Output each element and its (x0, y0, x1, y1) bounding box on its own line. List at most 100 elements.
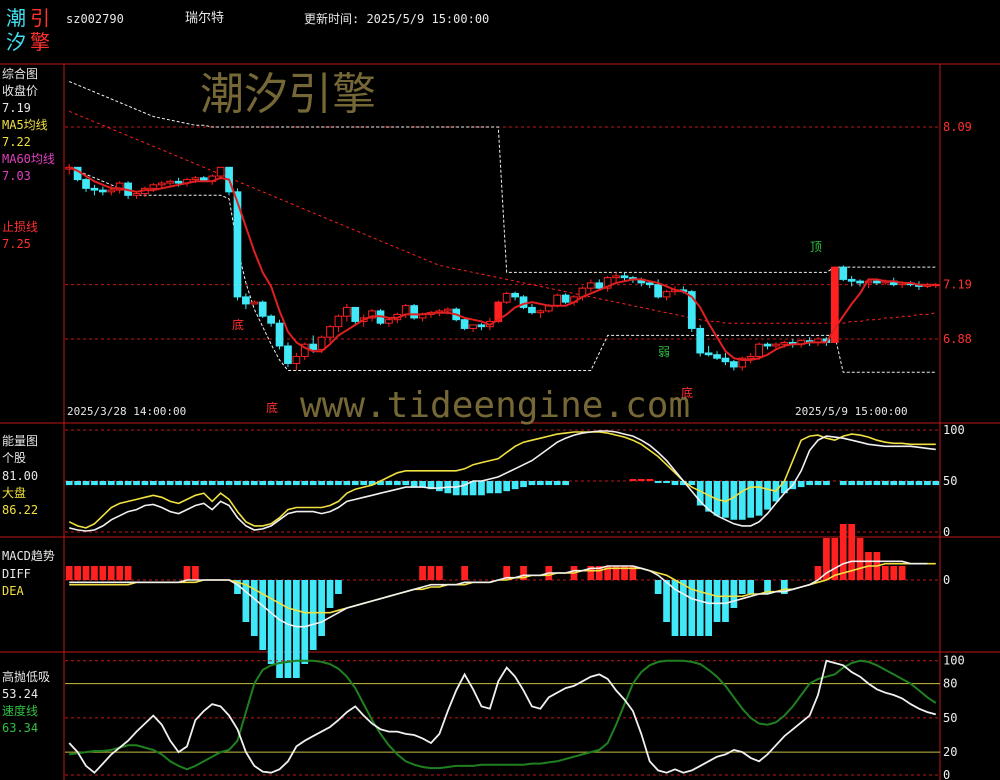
macd-bar (890, 566, 898, 580)
energy-bar (351, 481, 359, 486)
energy-bar (722, 481, 729, 518)
energy-bar (192, 481, 199, 486)
macd-bar (309, 580, 317, 650)
energy-bar (881, 481, 889, 486)
energy-bar (545, 481, 553, 486)
macd-bar (881, 566, 889, 580)
energy-bar (259, 481, 267, 486)
macd-bar (335, 580, 342, 594)
macd-bar (705, 580, 712, 636)
macd-bar (301, 580, 309, 664)
energy-bar (528, 481, 536, 486)
energy-bar (562, 481, 569, 486)
macd-bar (419, 566, 426, 580)
main-y-tick: 7.19 (943, 278, 972, 292)
energy-bar (276, 481, 283, 486)
energy-bar (924, 481, 931, 486)
candle (149, 184, 158, 189)
energy-bar (511, 481, 519, 490)
energy-bar (520, 481, 527, 488)
energy-bar (99, 481, 107, 486)
candle (553, 294, 562, 307)
end-date-label: 2025/5/9 15:00:00 (795, 405, 908, 418)
macd-bar (696, 580, 704, 636)
macd-bar (293, 580, 300, 678)
macd-bar (183, 566, 191, 580)
energy-bar (873, 481, 881, 486)
energy-bar (738, 481, 746, 520)
energy-bar (293, 481, 300, 486)
energy-bar (225, 481, 233, 486)
candle (267, 315, 275, 324)
candle (216, 166, 225, 177)
energy-bar (469, 481, 477, 496)
candle (107, 189, 116, 193)
ma60-line (69, 110, 936, 324)
energy-bar (486, 481, 494, 494)
energy-bar (116, 481, 124, 486)
macd-panel: 0 (65, 524, 950, 678)
energy-bar (823, 481, 830, 486)
energy-bar (646, 478, 654, 481)
energy-y-tick: 50 (943, 474, 957, 488)
energy-bar (797, 481, 805, 488)
energy-bar (183, 481, 191, 486)
macd-bar (461, 566, 469, 580)
candle (856, 280, 864, 284)
energy-bar (309, 481, 317, 486)
candle (780, 341, 789, 345)
candle (351, 306, 360, 322)
macd-bar (124, 566, 132, 580)
candle (755, 343, 763, 357)
candle (645, 282, 654, 286)
candle (620, 275, 629, 279)
candle (730, 361, 738, 368)
energy-bar (907, 481, 914, 486)
energy-bar (149, 481, 157, 486)
candle (696, 327, 705, 354)
energy-bar (393, 481, 401, 486)
energy-bar (671, 481, 679, 486)
energy-bar (335, 481, 342, 486)
macd-bar (284, 580, 292, 678)
candle (82, 179, 90, 189)
candle (502, 292, 511, 303)
dea-line (69, 562, 936, 614)
macd-bar (99, 566, 107, 580)
candle (166, 180, 175, 184)
macd-bar (663, 580, 670, 622)
candle (873, 280, 881, 284)
macd-bar (65, 566, 73, 580)
energy-bar (326, 481, 334, 486)
candle (721, 357, 730, 363)
bottom-marker-1: 底 (266, 401, 279, 415)
bottom-marker-2: 底 (232, 318, 245, 332)
energy-bar (898, 481, 906, 486)
energy-bar (890, 481, 898, 486)
energy-y-tick: 0 (943, 525, 950, 539)
energy-bar (478, 481, 485, 496)
brand-watermark: 潮汐引擎 (200, 69, 376, 120)
candle (410, 305, 419, 319)
macd-bar (259, 580, 267, 650)
gaodi-panel: 100 80 50 20 0 (65, 654, 965, 780)
energy-bar (107, 481, 115, 486)
energy-bar (82, 481, 90, 486)
energy-bar (343, 481, 351, 486)
candle (469, 324, 477, 329)
energy-bar (932, 481, 940, 486)
energy-bar (234, 481, 241, 486)
candle (561, 294, 570, 303)
macd-bar (713, 580, 721, 622)
main-y-tick: 8.09 (943, 120, 972, 134)
energy-bar (250, 481, 258, 486)
energy-bar (839, 481, 847, 486)
energy-bar (436, 481, 443, 492)
energy-bar (91, 481, 98, 486)
macd-bar (856, 538, 864, 580)
url-watermark: www.tideengine.com (300, 385, 691, 426)
energy-bar (242, 481, 250, 486)
candle (847, 278, 856, 282)
candle (342, 306, 351, 317)
weak-marker: 弱 (658, 345, 671, 359)
